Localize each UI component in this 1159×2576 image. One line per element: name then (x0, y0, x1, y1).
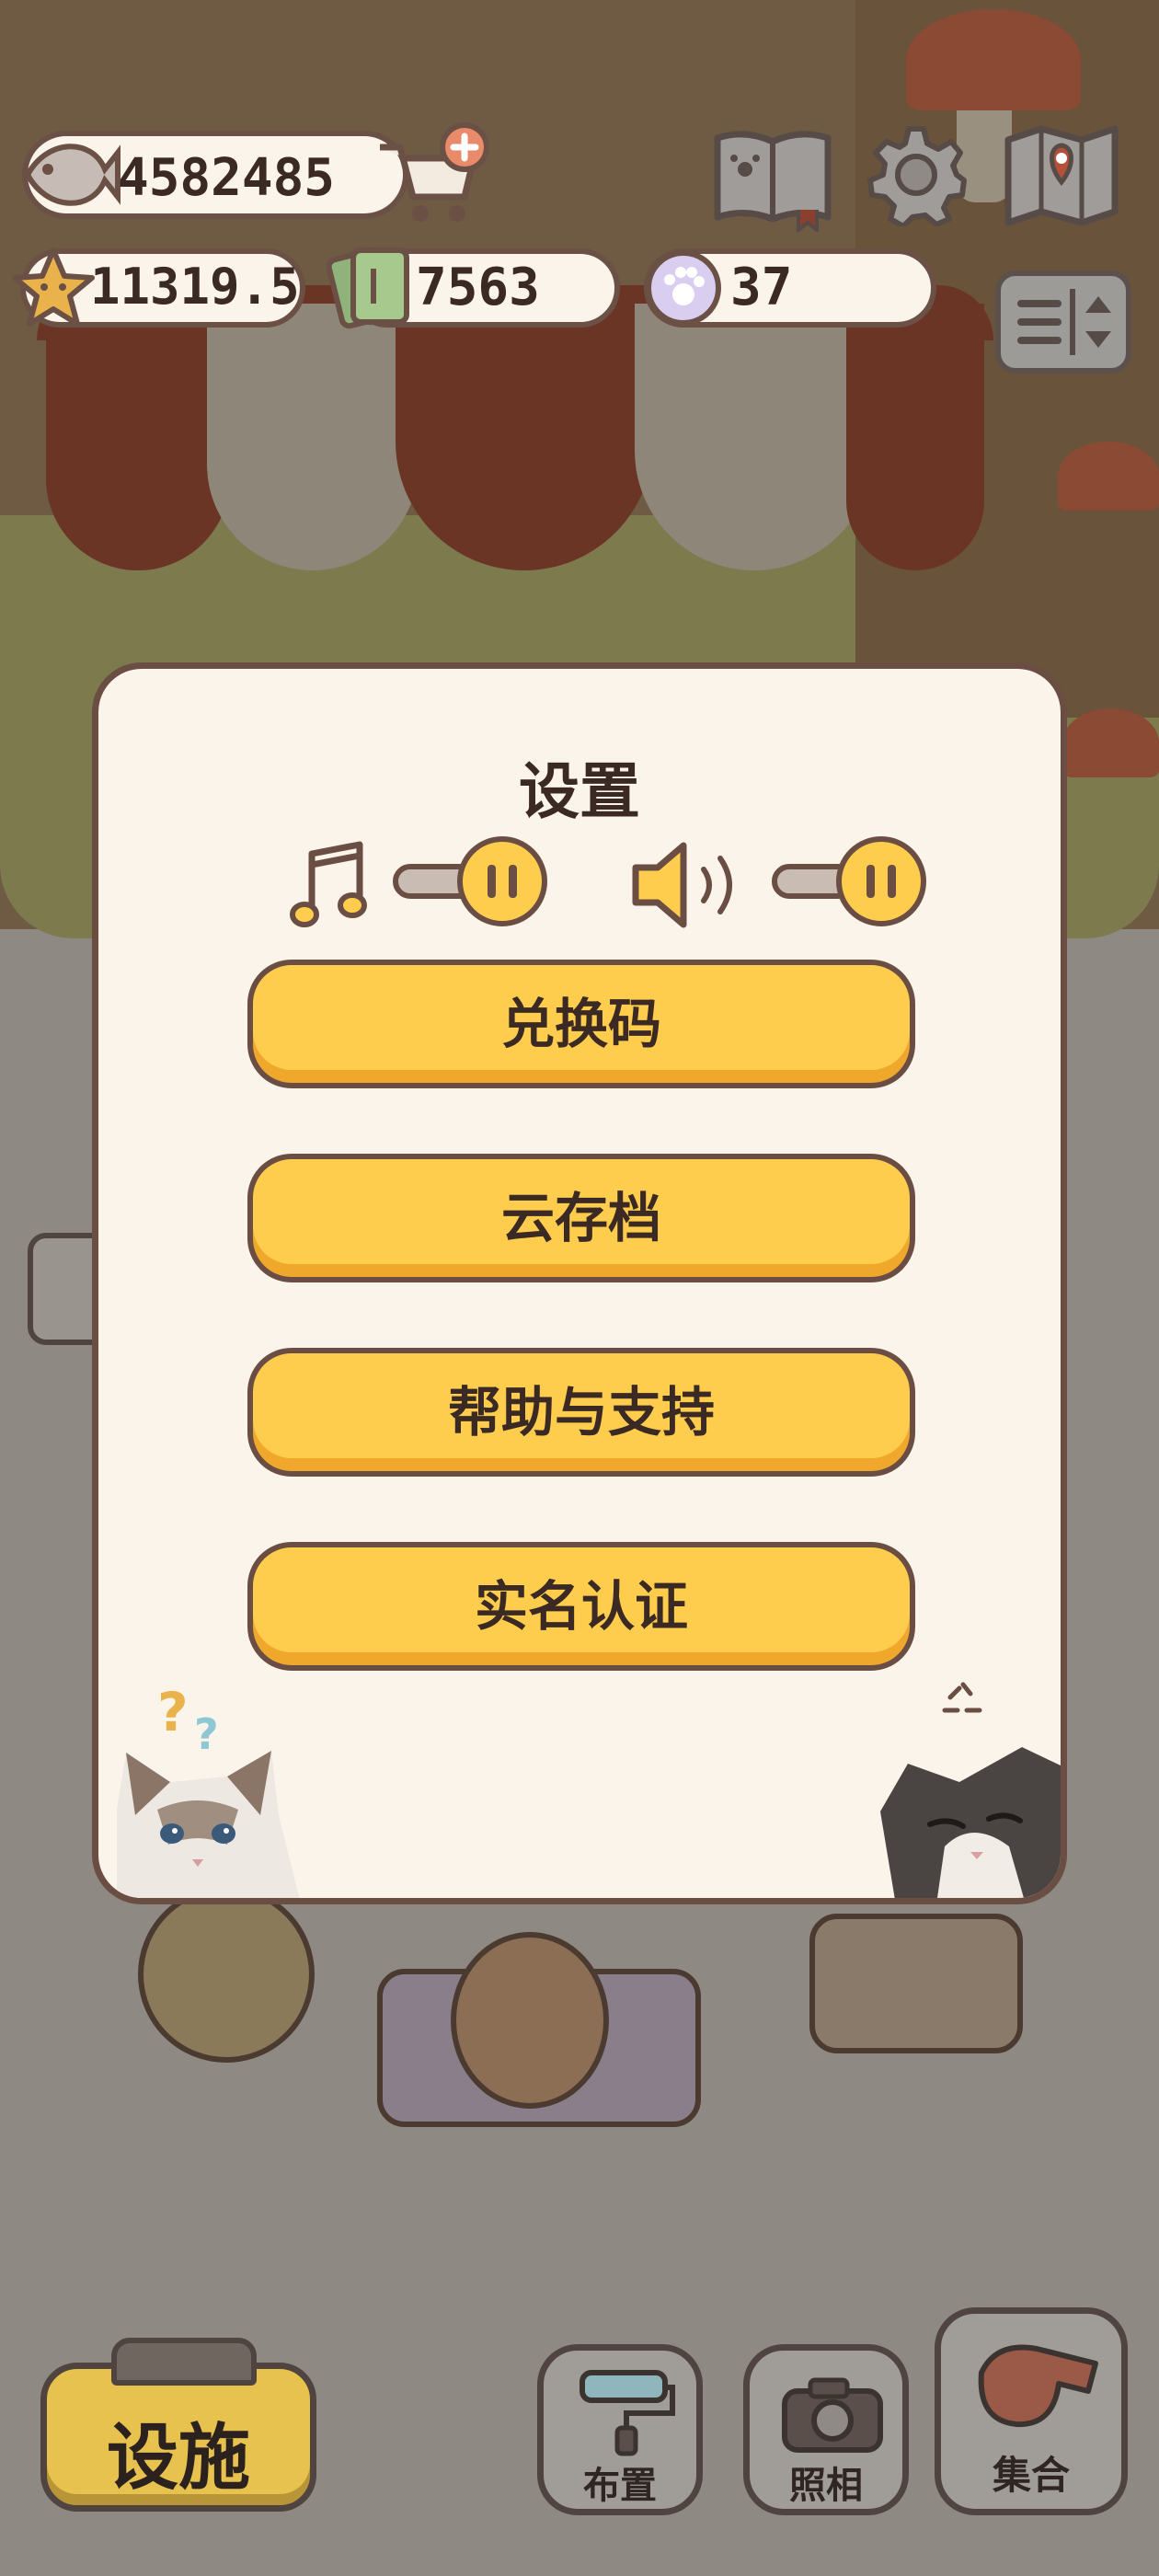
whistle-icon (969, 2332, 1107, 2443)
book-icon[interactable] (708, 121, 837, 235)
awning-stripe (635, 304, 874, 570)
layout-label: 布置 (583, 2465, 657, 2507)
fish-icon (20, 132, 121, 217)
confused-cat-illustration: ? ? (98, 1635, 319, 1898)
sort-button[interactable] (995, 270, 1131, 374)
svg-text:?: ? (157, 1681, 189, 1743)
paw-count: 37 (730, 258, 793, 317)
ticket-count: 7563 (416, 258, 540, 317)
grumpy-cat-illustration (871, 1644, 1061, 1898)
cloud-save-button[interactable]: 云存档 (247, 1154, 915, 1282)
sort-icon (1017, 289, 1111, 355)
gather-label: 集合 (992, 2453, 1070, 2498)
awning-stripe (396, 304, 653, 570)
dialog-title: 设置 (519, 756, 640, 827)
mushroom-decoration (906, 9, 1081, 110)
awning-stripe (846, 304, 984, 570)
photo-label: 照相 (789, 2465, 863, 2507)
speaker-icon (625, 834, 753, 936)
map-icon[interactable] (1001, 121, 1122, 230)
sound-volume-knob[interactable] (836, 836, 926, 926)
svg-text:?: ? (194, 1709, 219, 1759)
camera-icon (777, 2373, 888, 2455)
mushroom-decoration (1062, 708, 1159, 777)
umbrella-decoration (138, 1886, 315, 2063)
paw-icon (642, 247, 725, 329)
clipboard-clip (111, 2338, 257, 2386)
gather-button[interactable]: 集合 (935, 2307, 1128, 2515)
photo-button[interactable]: 照相 (743, 2344, 909, 2515)
redeem-code-button[interactable]: 兑换码 (247, 960, 915, 1088)
music-note-icon (290, 839, 373, 931)
cart-add-icon[interactable] (373, 121, 492, 230)
music-volume-knob[interactable] (457, 836, 547, 926)
gear-icon[interactable] (865, 123, 968, 229)
stove-decoration (809, 1914, 1023, 2053)
fish-count: 4582485 (118, 148, 336, 208)
facilities-button[interactable]: 设施 (40, 2338, 316, 2512)
awning-stripe (207, 304, 419, 570)
mushroom-decoration (1058, 442, 1159, 511)
real-name-verification-button[interactable]: 实名认证 (247, 1542, 915, 1671)
flower-basket-decoration (451, 1932, 609, 2109)
help-support-button[interactable]: 帮助与支持 (247, 1348, 915, 1477)
star-icon (11, 245, 96, 329)
layout-button[interactable]: 布置 (537, 2344, 703, 2515)
awning-stripe (46, 304, 230, 570)
settings-dialog: 设置 兑换码 云存档 帮助与支持 实名认证 ? ? (92, 662, 1067, 1904)
star-count: 11319.5 (90, 258, 300, 316)
facilities-label: 设施 (106, 2417, 250, 2500)
ticket-icon (322, 241, 414, 333)
roller-icon (575, 2365, 676, 2457)
